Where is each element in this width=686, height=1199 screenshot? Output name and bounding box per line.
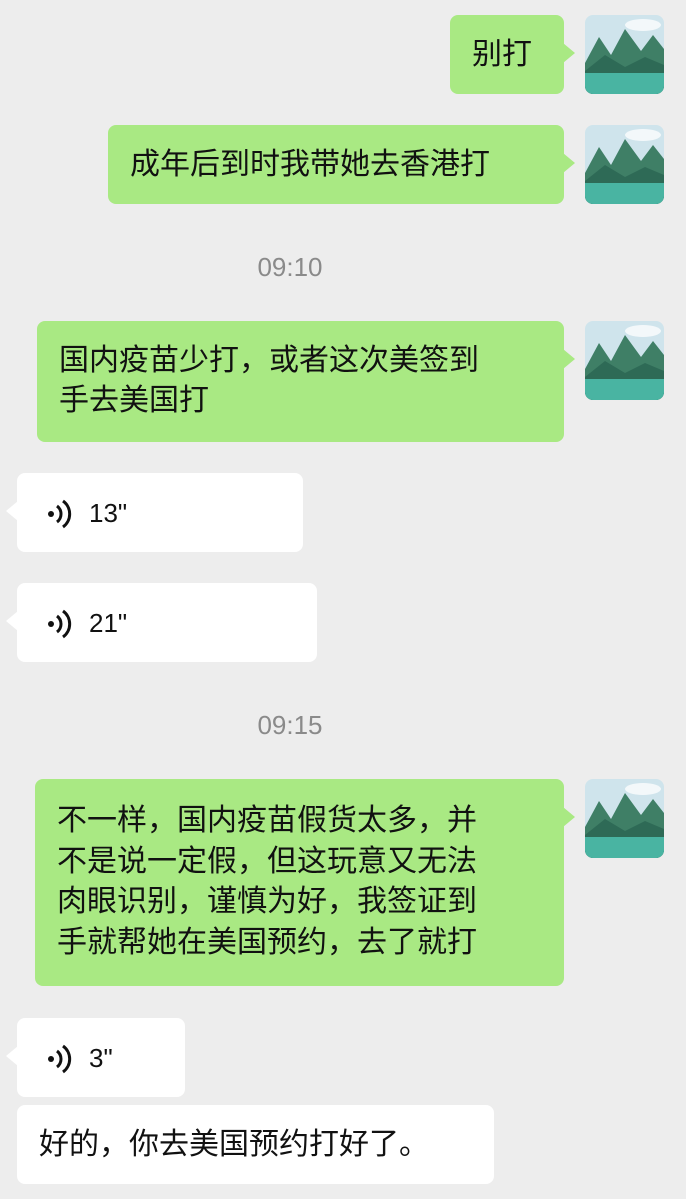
message-text: 国内疫苗少打，或者这次美签到 手去美国打 bbox=[59, 343, 479, 418]
outgoing-message[interactable]: 别打 bbox=[450, 15, 575, 94]
voice-duration: 3" bbox=[89, 1043, 113, 1073]
my-avatar[interactable] bbox=[585, 779, 664, 858]
message-text: 好的，你去美国预约打好了。 bbox=[39, 1127, 429, 1162]
message-text: 不一样，国内疫苗假货太多，并 不是说一定假，但这玩意又无法 肉眼识别，谨慎为好，… bbox=[57, 803, 477, 960]
voice-message[interactable]: 3" bbox=[6, 1018, 185, 1097]
outgoing-message[interactable]: 成年后到时我带她去香港打 bbox=[108, 125, 575, 204]
voice-duration: 21" bbox=[89, 608, 128, 638]
my-avatar[interactable] bbox=[585, 321, 664, 400]
outgoing-message[interactable]: 国内疫苗少打，或者这次美签到 手去美国打 bbox=[37, 321, 575, 442]
voice-duration: 13" bbox=[89, 498, 128, 528]
voice-wave-icon bbox=[48, 1044, 72, 1074]
message-timestamp: 09:15 bbox=[257, 710, 323, 740]
landscape-avatar-icon bbox=[585, 125, 664, 204]
landscape-avatar-icon bbox=[585, 321, 664, 400]
voice-wave-icon bbox=[48, 609, 72, 639]
my-avatar[interactable] bbox=[585, 125, 664, 204]
message-text: 成年后到时我带她去香港打 bbox=[130, 147, 490, 182]
outgoing-message[interactable]: 不一样，国内疫苗假货太多，并 不是说一定假，但这玩意又无法 肉眼识别，谨慎为好，… bbox=[35, 779, 575, 986]
voice-wave-icon bbox=[48, 499, 72, 529]
my-avatar[interactable] bbox=[585, 15, 664, 94]
chat-view: 别打 成年后到时我带她去香港打 09:10 国内疫苗少打，或者这次美签到 手去美… bbox=[0, 0, 686, 1199]
landscape-avatar-icon bbox=[585, 15, 664, 94]
message-text: 别打 bbox=[472, 37, 532, 72]
voice-message[interactable]: 21" bbox=[6, 583, 317, 662]
message-timestamp: 09:10 bbox=[257, 252, 323, 282]
voice-message[interactable]: 13" bbox=[6, 473, 303, 552]
incoming-message[interactable]: 好的，你去美国预约打好了。 bbox=[17, 1105, 494, 1184]
landscape-avatar-icon bbox=[585, 779, 664, 858]
